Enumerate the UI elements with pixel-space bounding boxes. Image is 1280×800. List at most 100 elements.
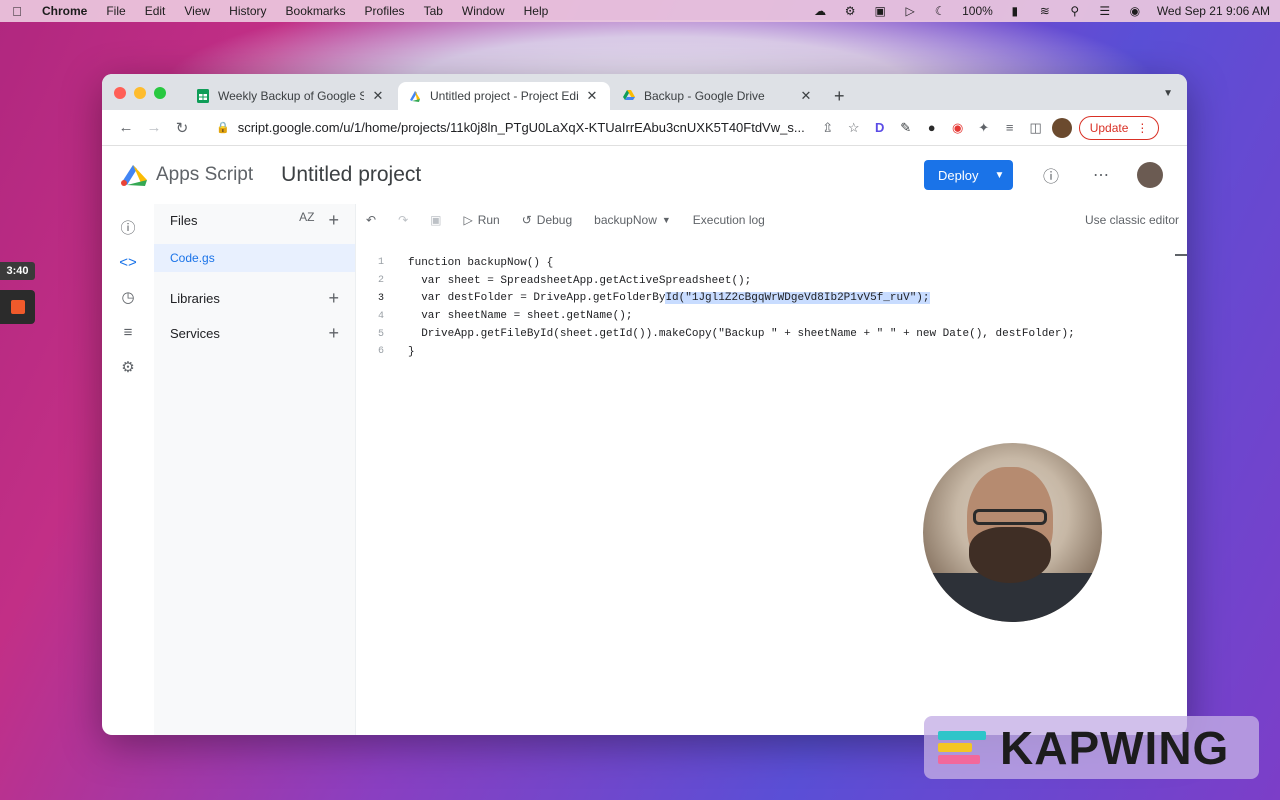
display-icon[interactable]: ▣ bbox=[872, 4, 888, 18]
drive-icon bbox=[623, 90, 635, 100]
add-file-icon[interactable]: + bbox=[328, 210, 339, 231]
classic-editor-link[interactable]: Use classic editor bbox=[1085, 213, 1179, 227]
menubar-clock[interactable]: Wed Sep 21 9:06 AM bbox=[1157, 4, 1270, 18]
tab-drive[interactable]: Backup - Google Drive ✕ bbox=[612, 82, 824, 110]
close-tab-icon[interactable]: ✕ bbox=[584, 88, 600, 104]
code-line[interactable]: 1 function backupNow() { bbox=[356, 254, 1187, 272]
code-line[interactable]: 2 var sheet = SpreadsheetApp.getActiveSp… bbox=[356, 272, 1187, 290]
execution-log-button[interactable]: Execution log bbox=[693, 213, 765, 227]
moon-icon[interactable]: ☾ bbox=[932, 4, 948, 18]
extension-red-icon[interactable]: ◉ bbox=[945, 115, 971, 141]
code-editor[interactable]: 1 function backupNow() { 2 var sheet = S… bbox=[356, 236, 1187, 361]
menu-profiles[interactable]: Profiles bbox=[365, 4, 405, 18]
cloud-icon[interactable]: ☁ bbox=[812, 4, 828, 18]
services-label: Services bbox=[170, 325, 220, 341]
menu-history[interactable]: History bbox=[229, 4, 266, 18]
menu-app-chrome[interactable]: Chrome bbox=[42, 4, 87, 18]
extension-pen-icon[interactable]: ✎ bbox=[893, 115, 919, 141]
window-controls bbox=[114, 87, 166, 99]
tab-title: Untitled project - Project Edito bbox=[430, 89, 578, 103]
nav-rail: ⓘ <> ◷ ≡ ⚙ bbox=[102, 204, 154, 735]
tab-sheets[interactable]: Weekly Backup of Google She ✕ bbox=[186, 82, 396, 110]
battery-icon[interactable]: ▮ bbox=[1007, 4, 1023, 18]
apple-icon[interactable]:  bbox=[10, 4, 24, 19]
settings-gear-icon[interactable]: ⚙ bbox=[118, 358, 138, 376]
code-line[interactable]: 6 } bbox=[356, 343, 1187, 361]
tab-apps-script[interactable]: Untitled project - Project Edito ✕ bbox=[398, 82, 610, 110]
code-text: DriveApp.getFileById(sheet.getId()).make… bbox=[408, 328, 1075, 341]
side-panel-icon[interactable]: ◫ bbox=[1023, 115, 1049, 141]
update-button[interactable]: Update ⋮ bbox=[1078, 115, 1160, 140]
close-window-button[interactable] bbox=[114, 87, 126, 99]
files-sidebar: Files AZ + Code.gs Libraries + Services … bbox=[154, 204, 356, 735]
extension-d-icon[interactable]: D bbox=[867, 115, 893, 141]
project-title[interactable]: Untitled project bbox=[281, 163, 421, 187]
menubar-status-area: ☁ ⚙ ▣ ▷ ☾ 100% ▮ ≋ ⚲ ☰ ◉ Wed Sep 21 9:06… bbox=[812, 4, 1270, 18]
gear-icon[interactable]: ⚙ bbox=[842, 4, 858, 18]
zoom-window-button[interactable] bbox=[154, 87, 166, 99]
redo-icon[interactable]: ↷ bbox=[398, 213, 408, 227]
help-icon[interactable]: ⓘ bbox=[1039, 163, 1063, 187]
profile-avatar[interactable] bbox=[1049, 115, 1075, 141]
siri-icon[interactable]: ◉ bbox=[1127, 4, 1143, 18]
deploy-dropdown-icon[interactable]: ▼ bbox=[986, 170, 1013, 181]
executions-list-icon[interactable]: ≡ bbox=[118, 323, 138, 341]
reading-list-icon[interactable]: ≡ bbox=[997, 115, 1023, 141]
editor-code-icon[interactable]: <> bbox=[118, 253, 138, 271]
add-service-icon[interactable]: + bbox=[328, 323, 339, 344]
extensions-puzzle-icon[interactable]: ✦ bbox=[971, 115, 997, 141]
extension-circle-icon[interactable]: ● bbox=[919, 115, 945, 141]
triggers-clock-icon[interactable]: ◷ bbox=[118, 288, 138, 306]
debug-button[interactable]: ↺ Debug bbox=[522, 213, 572, 227]
recording-stop-button[interactable] bbox=[0, 290, 35, 324]
wifi-icon[interactable]: ≋ bbox=[1037, 4, 1053, 18]
close-tab-icon[interactable]: ✕ bbox=[370, 88, 386, 104]
apps-grid-icon[interactable]: ⋯ bbox=[1089, 163, 1113, 187]
forward-arrow-icon[interactable]: → bbox=[140, 114, 168, 142]
apps-script-logo-icon[interactable] bbox=[120, 162, 150, 188]
code-line[interactable]: 5 DriveApp.getFileById(sheet.getId()).ma… bbox=[356, 325, 1187, 343]
scrollbar-marker[interactable] bbox=[1175, 254, 1187, 256]
search-icon[interactable]: ⚲ bbox=[1067, 4, 1083, 18]
menu-tab[interactable]: Tab bbox=[424, 4, 443, 18]
file-item-code-gs[interactable]: Code.gs bbox=[154, 244, 355, 272]
add-library-icon[interactable]: + bbox=[328, 288, 339, 309]
control-center-icon[interactable]: ☰ bbox=[1097, 4, 1113, 18]
share-icon[interactable]: ⇫ bbox=[815, 115, 841, 141]
account-avatar[interactable] bbox=[1137, 162, 1163, 188]
function-select[interactable]: backupNow ▼ bbox=[594, 213, 671, 227]
run-button[interactable]: ▷ Run bbox=[463, 213, 499, 227]
back-arrow-icon[interactable]: ← bbox=[112, 114, 140, 142]
tab-title: Weekly Backup of Google She bbox=[218, 89, 364, 103]
line-number: 6 bbox=[377, 346, 384, 358]
menu-file[interactable]: File bbox=[106, 4, 125, 18]
reload-icon[interactable]: ↻ bbox=[168, 114, 196, 142]
undo-icon[interactable]: ↶ bbox=[366, 213, 376, 227]
bookmark-star-icon[interactable]: ☆ bbox=[841, 115, 867, 141]
logo-bar bbox=[938, 742, 972, 752]
new-tab-icon[interactable]: + bbox=[834, 86, 845, 107]
code-line-selected[interactable]: 3 var destFolder = DriveApp.getFolderByI… bbox=[356, 290, 1187, 308]
minimize-window-button[interactable] bbox=[134, 87, 146, 99]
menu-help[interactable]: Help bbox=[524, 4, 549, 18]
menu-window[interactable]: Window bbox=[462, 4, 505, 18]
close-tab-icon[interactable]: ✕ bbox=[798, 88, 814, 104]
sort-az-icon[interactable]: AZ bbox=[299, 210, 314, 231]
menu-bookmarks[interactable]: Bookmarks bbox=[286, 4, 346, 18]
menu-view[interactable]: View bbox=[184, 4, 210, 18]
save-icon[interactable]: ▣ bbox=[430, 213, 441, 227]
libraries-label: Libraries bbox=[170, 290, 220, 306]
kapwing-logo-icon bbox=[938, 729, 990, 767]
overview-info-icon[interactable]: ⓘ bbox=[118, 218, 138, 237]
address-bar[interactable]: 🔒 script.google.com/u/1/home/projects/11… bbox=[206, 114, 815, 142]
deploy-button[interactable]: Deploy ▼ bbox=[924, 160, 1013, 190]
code-line[interactable]: 4 var sheetName = sheet.getName(); bbox=[356, 307, 1187, 325]
lock-icon[interactable]: 🔒 bbox=[216, 121, 230, 134]
chrome-window: Weekly Backup of Google She ✕ Untitled p… bbox=[102, 74, 1187, 735]
menu-edit[interactable]: Edit bbox=[145, 4, 166, 18]
apps-script-brand[interactable]: Apps Script bbox=[156, 164, 253, 186]
tab-search-chevron-icon[interactable]: ▼ bbox=[1163, 88, 1173, 99]
line-number: 3 bbox=[377, 292, 384, 304]
code-text: var sheet = SpreadsheetApp.getActiveSpre… bbox=[408, 274, 752, 287]
play-circle-icon[interactable]: ▷ bbox=[902, 4, 918, 18]
